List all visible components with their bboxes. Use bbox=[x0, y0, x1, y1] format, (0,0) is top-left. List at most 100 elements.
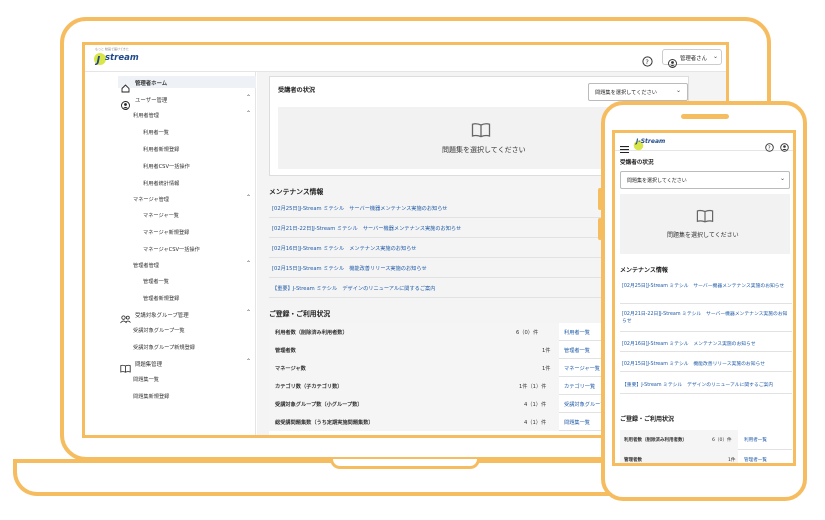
sidebar-item-book-list[interactable]: 問題集一覧 bbox=[133, 376, 159, 383]
book-icon bbox=[120, 358, 131, 373]
table-cell-value: 4（1）件 bbox=[524, 402, 547, 408]
usage-title: ご登録・ご利用状況 bbox=[269, 310, 331, 318]
table-cell-link[interactable]: 利用者一覧 bbox=[744, 437, 767, 443]
table-cell-value: 1件 bbox=[542, 366, 551, 372]
sidebar-item-group-mgmt[interactable]: 受講対象グループ管理 bbox=[135, 311, 189, 319]
svg-text:?: ? bbox=[645, 58, 648, 66]
sidebar-item-manager-new[interactable]: マネージャ新規登録 bbox=[143, 229, 189, 236]
phone-speaker bbox=[681, 114, 729, 119]
table-cell-value: 4（1）件 bbox=[524, 420, 547, 426]
status-select-value: 問題集を選択してください bbox=[595, 90, 657, 96]
phone-status-select-value: 問題集を選択してください bbox=[627, 178, 687, 184]
user-menu-button[interactable]: 管理者さん ⌄ bbox=[662, 49, 722, 68]
phone-screen: J-Stream ? 受講者の状況 問題集を選択してください ⌄ 問題集を選択し… bbox=[612, 130, 796, 466]
table-cell-link[interactable]: 問題集一覧 bbox=[564, 419, 590, 426]
user-circle-icon bbox=[668, 53, 677, 68]
group-icon bbox=[120, 309, 131, 324]
table-cell-link[interactable]: カテゴリ一覧 bbox=[564, 383, 595, 390]
sidebar-item-learner-stats[interactable]: 利用者統計情報 bbox=[143, 180, 179, 187]
phone-status-select[interactable]: 問題集を選択してください ⌄ bbox=[620, 171, 790, 189]
table-cell-label: 管理者数 bbox=[624, 458, 642, 463]
table-cell-value: 1件 bbox=[542, 348, 551, 354]
list-item[interactable]: [02月21日-22日]J-Stream ミテシル サーバー機器メンテナンス実施… bbox=[620, 304, 792, 332]
user-menu-label: 管理者さん bbox=[680, 56, 707, 62]
brand-name: stream bbox=[105, 53, 139, 63]
sidebar-item-home[interactable]: 管理者ホーム bbox=[135, 79, 167, 87]
maintenance-link[interactable]: [02月15日]J-Stream ミテシル 機能改善リリース実施のお知らせ bbox=[272, 265, 427, 272]
book-icon bbox=[696, 208, 714, 223]
table-cell-value: 6（0）件 bbox=[712, 438, 732, 443]
sidebar-item-admin-list[interactable]: 管理者一覧 bbox=[143, 278, 169, 285]
maintenance-link[interactable]: 【重要】J-Stream ミテシル デザインのリニューアルに関するご案内 bbox=[622, 381, 773, 388]
laptop-base bbox=[13, 459, 646, 496]
chevron-down-icon: ⌄ bbox=[713, 53, 719, 60]
table-cell-label: カテゴリ数（子カテゴリ数） bbox=[275, 384, 343, 390]
sidebar-item-manager-csv[interactable]: マネージャCSV一括操作 bbox=[143, 246, 200, 253]
sidebar-item-manager-mgmt[interactable]: マネージャ管理 bbox=[133, 196, 169, 203]
chevron-up-icon[interactable]: ⌃ bbox=[246, 194, 251, 201]
book-icon bbox=[471, 122, 491, 138]
chevron-up-icon[interactable]: ⌃ bbox=[246, 309, 251, 316]
table-row-label-bg bbox=[269, 359, 559, 377]
maintenance-link[interactable]: [02月25日]J-Stream ミテシル サーバー機器メンテナンス実施のお知ら… bbox=[622, 283, 790, 290]
maintenance-link[interactable]: [02月15日]J-Stream ミテシル 機能改善リリース実施のお知らせ bbox=[622, 360, 765, 367]
user-icon bbox=[121, 95, 130, 110]
help-icon[interactable]: ? bbox=[642, 52, 653, 67]
table-row: 管理者数 1件 管理者一覧 bbox=[620, 450, 792, 463]
list-item[interactable]: 【重要】J-Stream ミテシル デザインのリニューアルに関するご案内 bbox=[620, 372, 792, 394]
chevron-up-icon[interactable]: ⌃ bbox=[246, 260, 251, 267]
table-row-label-bg bbox=[269, 341, 559, 359]
table-cell-label: 管理者数 bbox=[275, 348, 296, 354]
chevron-up-icon[interactable]: ⌃ bbox=[246, 94, 251, 101]
status-empty-text: 問題集を選択してください bbox=[442, 146, 526, 154]
sidebar-item-learner-list[interactable]: 利用者一覧 bbox=[143, 129, 169, 136]
list-item[interactable]: [02月16日]J-Stream ミテシル メンテナンス実施のお知らせ bbox=[620, 332, 792, 352]
laptop-notch bbox=[330, 459, 480, 469]
maintenance-link[interactable]: [02月21日-22日]J-Stream ミテシル サーバー機器メンテナンス実施… bbox=[622, 311, 790, 325]
status-select[interactable]: 問題集を選択してください ⌄ bbox=[588, 83, 688, 101]
phone-brand-name: J-Stream bbox=[636, 138, 666, 145]
sidebar-item-learner-new[interactable]: 利用者新規登録 bbox=[143, 146, 179, 153]
help-icon[interactable]: ? bbox=[765, 137, 774, 152]
svg-text:?: ? bbox=[768, 146, 771, 152]
maintenance-title: メンテナンス情報 bbox=[269, 188, 324, 196]
sidebar-item-admin-mgmt[interactable]: 管理者管理 bbox=[133, 262, 159, 269]
table-cell-link[interactable]: 受講対象グループ bbox=[564, 401, 605, 408]
table-cell-link[interactable]: 利用者一覧 bbox=[564, 329, 590, 336]
sidebar: 管理者ホーム ユーザー管理 ⌃ 利用者管理 ⌃ 利用者一覧 利用者新規登録 利用… bbox=[85, 72, 256, 435]
table-cell-value: 1件 bbox=[728, 458, 736, 463]
user-circle-icon[interactable] bbox=[780, 137, 789, 152]
phone-usage-table: 利用者数（削除済み利用者数） 6（0）件 利用者一覧 管理者数 1件 管理者一覧 bbox=[620, 430, 792, 463]
phone-header: J-Stream ? bbox=[615, 133, 793, 154]
chevron-up-icon[interactable]: ⌃ bbox=[246, 358, 251, 365]
table-cell-label: マネージャ数 bbox=[275, 366, 306, 372]
maintenance-link[interactable]: [02月25日]J-Stream ミテシル サーバー機器メンテナンス実施のお知ら… bbox=[272, 205, 448, 212]
status-title: 受講者の状況 bbox=[278, 87, 316, 94]
sidebar-item-book-mgmt[interactable]: 問題集管理 bbox=[135, 360, 162, 368]
chevron-up-icon[interactable]: ⌃ bbox=[246, 110, 251, 117]
table-cell-link[interactable]: マネージャ一覧 bbox=[564, 365, 600, 372]
table-row: 利用者数（削除済み利用者数） 6（0）件 利用者一覧 bbox=[620, 430, 792, 450]
hamburger-icon[interactable] bbox=[620, 138, 629, 154]
sidebar-item-user-mgmt[interactable]: ユーザー管理 bbox=[135, 96, 167, 104]
sidebar-item-admin-new[interactable]: 管理者新規登録 bbox=[143, 295, 179, 302]
sidebar-item-manager-list[interactable]: マネージャ一覧 bbox=[143, 212, 179, 219]
app-header: もっと 動画で届けてきた J stream ? 管理者さん ⌄ bbox=[85, 45, 726, 72]
table-cell-value: 1件（1）件 bbox=[519, 384, 547, 390]
phone-maintenance-title: メンテナンス情報 bbox=[620, 267, 668, 274]
sidebar-item-group-new[interactable]: 受講対象グループ新規登録 bbox=[133, 344, 195, 351]
maintenance-link[interactable]: [02月16日]J-Stream ミテシル メンテナンス実施のお知らせ bbox=[622, 340, 756, 347]
table-cell-label: 総受講問題集数（うち定期実施問題集数） bbox=[275, 420, 374, 426]
sidebar-item-learner-mgmt[interactable]: 利用者管理 bbox=[133, 112, 159, 119]
table-cell-link[interactable]: 管理者一覧 bbox=[564, 347, 590, 354]
table-cell-link[interactable]: 管理者一覧 bbox=[744, 457, 767, 463]
sidebar-item-learner-csv[interactable]: 利用者CSV一括操作 bbox=[143, 163, 190, 170]
list-item[interactable]: [02月15日]J-Stream ミテシル 機能改善リリース実施のお知らせ bbox=[620, 352, 792, 372]
maintenance-link[interactable]: [02月21日-22日]J-Stream ミテシル サーバー機器メンテナンス実施… bbox=[272, 225, 461, 232]
phone-status-title: 受講者の状況 bbox=[620, 160, 654, 166]
list-item[interactable]: [02月25日]J-Stream ミテシル サーバー機器メンテナンス実施のお知ら… bbox=[620, 277, 792, 304]
sidebar-item-group-list[interactable]: 受講対象グループ一覧 bbox=[133, 327, 185, 334]
sidebar-item-book-new[interactable]: 問題集新規登録 bbox=[133, 393, 169, 400]
maintenance-link[interactable]: 【重要】J-Stream ミテシル デザインのリニューアルに関するご案内 bbox=[272, 285, 435, 292]
maintenance-link[interactable]: [02月16日]J-Stream ミテシル メンテナンス実施のお知らせ bbox=[272, 245, 416, 252]
